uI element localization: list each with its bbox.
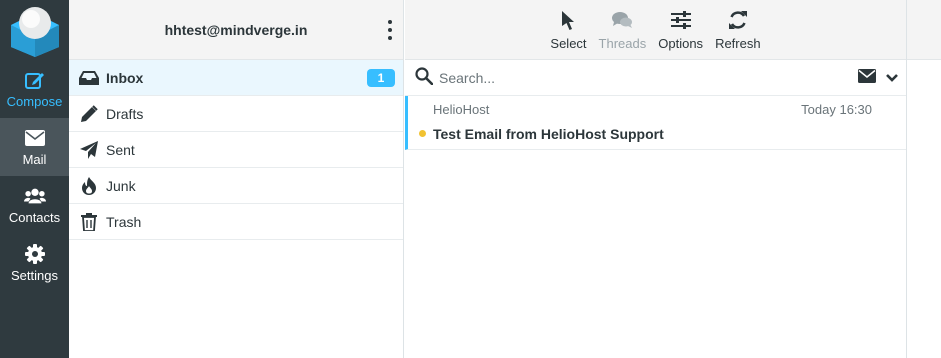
sliders-icon — [669, 8, 693, 32]
folder-junk-label: Junk — [106, 177, 136, 194]
chevron-down-icon[interactable] — [886, 70, 898, 86]
nav-mail[interactable]: Mail — [0, 118, 69, 176]
account-email: hhtest@mindverge.in — [164, 21, 308, 38]
folder-inbox[interactable]: Inbox 1 — [69, 60, 403, 96]
nav-settings[interactable]: Settings — [0, 234, 69, 292]
nav-compose[interactable]: Compose — [0, 60, 69, 118]
comments-icon — [610, 8, 634, 32]
roundcube-logo-icon — [10, 7, 59, 57]
search-icon — [415, 67, 434, 88]
logo[interactable] — [0, 0, 69, 60]
message-date: Today 16:30 — [801, 102, 872, 117]
kebab-dot — [388, 36, 392, 40]
folder-sent[interactable]: Sent — [69, 132, 403, 168]
nav-compose-label: Compose — [6, 94, 63, 109]
nav-mail-label: Mail — [22, 152, 47, 167]
cursor-icon — [556, 8, 580, 32]
message-toolbar: Select Threads Options Refresh — [405, 0, 906, 60]
inbox-icon — [79, 68, 99, 88]
options-button[interactable]: Options — [658, 8, 703, 51]
folder-drafts-label: Drafts — [106, 105, 144, 122]
unread-count-badge: 1 — [367, 69, 395, 87]
unread-indicator — [419, 130, 426, 137]
refresh-icon — [726, 8, 750, 32]
nav-settings-label: Settings — [11, 268, 58, 283]
kebab-dot — [388, 28, 392, 32]
nav-contacts[interactable]: Contacts — [0, 176, 69, 234]
app-sidebar: Compose Mail Contacts Settings — [0, 0, 69, 358]
mail-icon — [24, 127, 46, 149]
envelope-filter-icon[interactable] — [858, 69, 876, 86]
paper-plane-icon — [79, 140, 99, 160]
threads-button-label: Threads — [598, 36, 647, 51]
select-button-label: Select — [550, 36, 587, 51]
gear-icon — [24, 243, 46, 265]
folder-list: Inbox 1 Drafts Sent Junk Trash — [69, 60, 403, 240]
contacts-icon — [23, 185, 46, 207]
folder-inbox-label: Inbox — [106, 69, 144, 86]
kebab-dot — [388, 20, 392, 24]
folder-drafts[interactable]: Drafts — [69, 96, 403, 132]
folder-trash-label: Trash — [106, 213, 142, 230]
nav-contacts-label: Contacts — [8, 210, 61, 225]
search-options — [858, 69, 898, 86]
folder-sent-label: Sent — [106, 141, 135, 158]
search-input[interactable] — [439, 69, 819, 86]
trash-icon — [79, 212, 99, 232]
preview-header — [907, 0, 941, 60]
message-row[interactable]: HelioHost Today 16:30 Test Email from He… — [405, 96, 906, 150]
select-button[interactable]: Select — [550, 8, 587, 51]
refresh-button-label: Refresh — [715, 36, 761, 51]
pencil-icon — [79, 104, 99, 124]
fire-icon — [79, 176, 99, 196]
refresh-button[interactable]: Refresh — [715, 8, 761, 51]
account-menu-button[interactable] — [385, 20, 395, 40]
options-button-label: Options — [658, 36, 704, 51]
folder-trash[interactable]: Trash — [69, 204, 403, 240]
threads-button[interactable]: Threads — [598, 8, 647, 51]
folder-junk[interactable]: Junk — [69, 168, 403, 204]
compose-icon — [24, 69, 46, 91]
message-list-panel: Select Threads Options Refresh Search...… — [405, 0, 907, 358]
folder-panel: hhtest@mindverge.in Inbox 1 Drafts Sent — [69, 0, 404, 358]
message-sender: HelioHost — [433, 102, 490, 117]
message-subject: Test Email from HelioHost Support — [433, 126, 664, 142]
folder-panel-header: hhtest@mindverge.in — [69, 0, 403, 60]
search-bar — [405, 60, 906, 96]
preview-panel — [907, 0, 941, 358]
